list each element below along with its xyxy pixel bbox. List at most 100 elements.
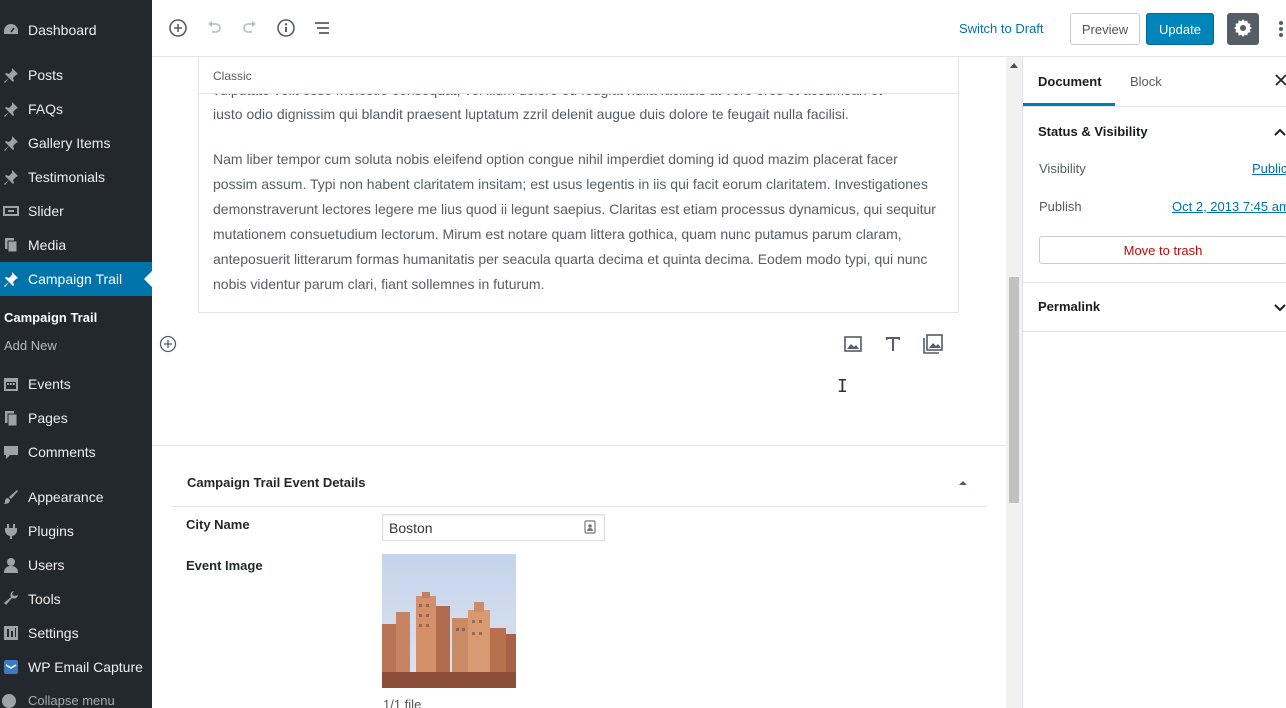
menu-label: Comments	[28, 444, 96, 460]
menu-label: Users	[28, 557, 65, 573]
menu-label: Tools	[28, 591, 61, 607]
menu-label: Campaign Trail	[28, 271, 123, 287]
editor-canvas: Classic vulputate velit esse molestie co…	[152, 57, 1006, 708]
menu-item-slider[interactable]: Slider	[0, 194, 152, 228]
add-block-icon[interactable]	[166, 16, 190, 40]
menu-item-testimonials[interactable]: Testimonials	[0, 160, 152, 194]
pages-icon	[1, 408, 21, 428]
city-name-label: City Name	[186, 517, 250, 532]
city-name-input[interactable]: Boston	[382, 514, 605, 541]
menu-label: Plugins	[28, 523, 74, 539]
redo-icon[interactable]	[238, 16, 262, 40]
menu-item-events[interactable]: Events	[0, 367, 152, 401]
menu-label: Slider	[28, 203, 64, 219]
tabs-divider	[1023, 106, 1286, 107]
pin-icon	[1, 167, 21, 187]
visibility-label: Visibility	[1039, 161, 1086, 176]
update-button[interactable]: Update	[1146, 13, 1214, 45]
menu-item-wp-email-capture[interactable]: WP Email Capture	[0, 650, 152, 684]
dashboard-icon	[1, 20, 21, 40]
menu-label: WP Email Capture	[28, 659, 143, 675]
close-icon[interactable]	[1275, 74, 1286, 88]
brush-icon	[1, 487, 21, 507]
slider-icon	[1, 201, 21, 221]
plugin-icon	[1, 521, 21, 541]
menu-item-dashboard[interactable]: Dashboard	[0, 13, 152, 47]
collapse-label: Collapse menu	[28, 693, 115, 708]
menu-item-pages[interactable]: Pages	[0, 401, 152, 435]
text-heading-icon[interactable]	[882, 333, 904, 355]
pin-icon	[1, 133, 21, 153]
event-image-thumbnail[interactable]	[382, 554, 516, 688]
outline-icon[interactable]	[310, 16, 334, 40]
scroll-up-arrow-icon[interactable]	[1010, 63, 1018, 68]
classic-block-label: Classic	[213, 69, 252, 83]
media-icon	[1, 235, 21, 255]
publish-label: Publish	[1039, 199, 1082, 214]
pin-icon	[1, 269, 21, 289]
more-options-icon[interactable]	[1276, 16, 1286, 42]
wrench-icon	[1, 589, 21, 609]
gear-icon	[1233, 18, 1253, 41]
menu-item-campaign-trail[interactable]: Campaign Trail	[0, 262, 152, 296]
menu-item-faqs[interactable]: FAQs	[0, 92, 152, 126]
preview-button[interactable]: Preview	[1070, 13, 1140, 45]
settings-icon	[1, 623, 21, 643]
chevron-up-icon[interactable]	[1273, 125, 1286, 136]
classic-block[interactable]: Classic vulputate velit esse molestie co…	[198, 57, 959, 313]
switch-to-draft-button[interactable]: Switch to Draft	[959, 21, 1044, 36]
menu-label: Dashboard	[28, 22, 97, 38]
settings-toggle-button[interactable]	[1227, 13, 1259, 45]
undo-icon[interactable]	[202, 16, 226, 40]
menu-item-settings[interactable]: Settings	[0, 616, 152, 650]
panel-divider	[1023, 331, 1286, 332]
permalink-title[interactable]: Permalink	[1038, 299, 1100, 314]
paragraph[interactable]: iusto odio dignissim qui blandit praesen…	[213, 102, 943, 127]
collapse-arrow-icon[interactable]	[958, 476, 968, 486]
user-icon	[1, 555, 21, 575]
visibility-link[interactable]: Public	[1252, 161, 1286, 176]
submenu-campaign-trail[interactable]: Campaign Trail	[4, 310, 97, 325]
menu-item-tools[interactable]: Tools	[0, 582, 152, 616]
menu-label: Testimonials	[28, 169, 106, 185]
menu-item-plugins[interactable]: Plugins	[0, 514, 152, 548]
add-block-icon[interactable]	[159, 335, 177, 353]
menu-label: FAQs	[28, 101, 64, 117]
file-count: 1/1 file	[383, 697, 422, 708]
email-capture-icon	[1, 657, 21, 677]
collapse-icon	[2, 694, 16, 708]
tab-block[interactable]: Block	[1130, 57, 1162, 106]
menu-label: Settings	[28, 625, 79, 641]
menu-item-comments[interactable]: Comments	[0, 435, 152, 469]
meta-box-title: Campaign Trail Event Details	[187, 475, 366, 490]
tab-document[interactable]: Document	[1023, 57, 1115, 106]
event-image-label: Event Image	[186, 558, 263, 573]
menu-item-gallery-items[interactable]: Gallery Items	[0, 126, 152, 160]
menu-label: Gallery Items	[28, 135, 111, 151]
menu-label: Appearance	[28, 489, 104, 505]
editor-toolbar: Switch to Draft Preview Update	[152, 0, 1286, 57]
menu-item-media[interactable]: Media	[0, 228, 152, 262]
publish-date-link[interactable]: Oct 2, 2013 7:45 am	[1172, 199, 1286, 214]
collapse-menu[interactable]: Collapse menu	[0, 690, 152, 708]
menu-item-appearance[interactable]: Appearance	[0, 480, 152, 514]
comment-icon	[1, 442, 21, 462]
menu-item-users[interactable]: Users	[0, 548, 152, 582]
menu-item-posts[interactable]: Posts	[0, 58, 152, 92]
move-to-trash-button[interactable]: Move to trash	[1039, 236, 1286, 264]
scrollbar-thumb[interactable]	[1009, 277, 1019, 503]
editor-scrollbar[interactable]	[1006, 57, 1022, 708]
submenu-add-new[interactable]: Add New	[4, 338, 57, 353]
gallery-icon[interactable]	[922, 333, 944, 355]
menu-label: Events	[28, 376, 71, 392]
image-icon[interactable]	[842, 333, 864, 355]
info-icon[interactable]	[274, 16, 298, 40]
status-visibility-title[interactable]: Status & Visibility	[1038, 124, 1148, 139]
admin-sidebar: Dashboard Posts FAQs Gallery Items Testi…	[0, 0, 152, 708]
chevron-down-icon[interactable]	[1273, 301, 1286, 312]
menu-label: Pages	[28, 410, 68, 426]
menu-label: Posts	[28, 67, 64, 83]
menu-label: Media	[28, 237, 67, 253]
contact-card-icon[interactable]	[584, 520, 596, 534]
paragraph[interactable]: Nam liber tempor cum soluta nobis eleife…	[213, 147, 943, 297]
